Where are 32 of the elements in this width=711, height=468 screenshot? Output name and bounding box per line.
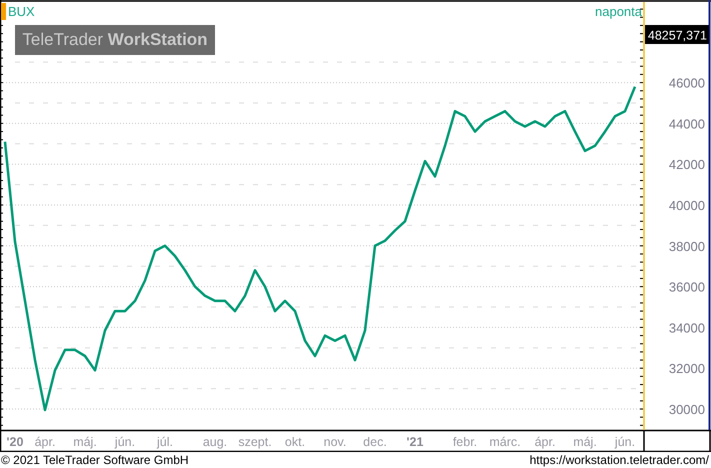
- axis-label: jún.: [614, 435, 636, 449]
- url-text: https://workstation.teletrader.com/: [530, 452, 709, 468]
- axis-label: ápr.: [534, 435, 556, 449]
- chart-title: BUX: [8, 4, 35, 19]
- series-marker: [1, 3, 6, 20]
- axis-label: 30000: [668, 402, 705, 418]
- logo: TeleTrader WorkStation: [15, 25, 215, 55]
- axis-label: okt.: [284, 435, 306, 449]
- value-label: 48257,371: [645, 25, 709, 44]
- axis-label: szept.: [238, 435, 272, 449]
- axis-label: 38000: [668, 238, 705, 254]
- interval-label: naponta: [595, 4, 642, 19]
- axis-label: '21: [406, 435, 424, 449]
- axis-label: ápr.: [34, 435, 56, 449]
- axis-label: dec.: [363, 435, 387, 449]
- axis-label: máj.: [73, 435, 97, 449]
- axis-label: nov.: [324, 435, 346, 449]
- axis-label: 36000: [668, 280, 705, 295]
- axis-label: júl.: [157, 435, 173, 449]
- axis-label: aug.: [202, 435, 228, 449]
- axis-label: máj.: [573, 435, 597, 449]
- axis-label: 34000: [668, 320, 705, 336]
- axis-label: 42000: [668, 157, 705, 172]
- copyright-text: © 2021 TeleTrader Software GmbH: [1, 452, 189, 468]
- axis-label: 32000: [668, 361, 705, 376]
- axis-label: márc.: [489, 435, 521, 449]
- axis-label: febr.: [452, 435, 478, 449]
- axis-label: 46000: [668, 76, 705, 91]
- axis-label: '20: [6, 435, 24, 449]
- axis-label: jún.: [114, 435, 136, 449]
- axis-label: 44000: [668, 116, 705, 132]
- axis-label: 40000: [668, 198, 705, 213]
